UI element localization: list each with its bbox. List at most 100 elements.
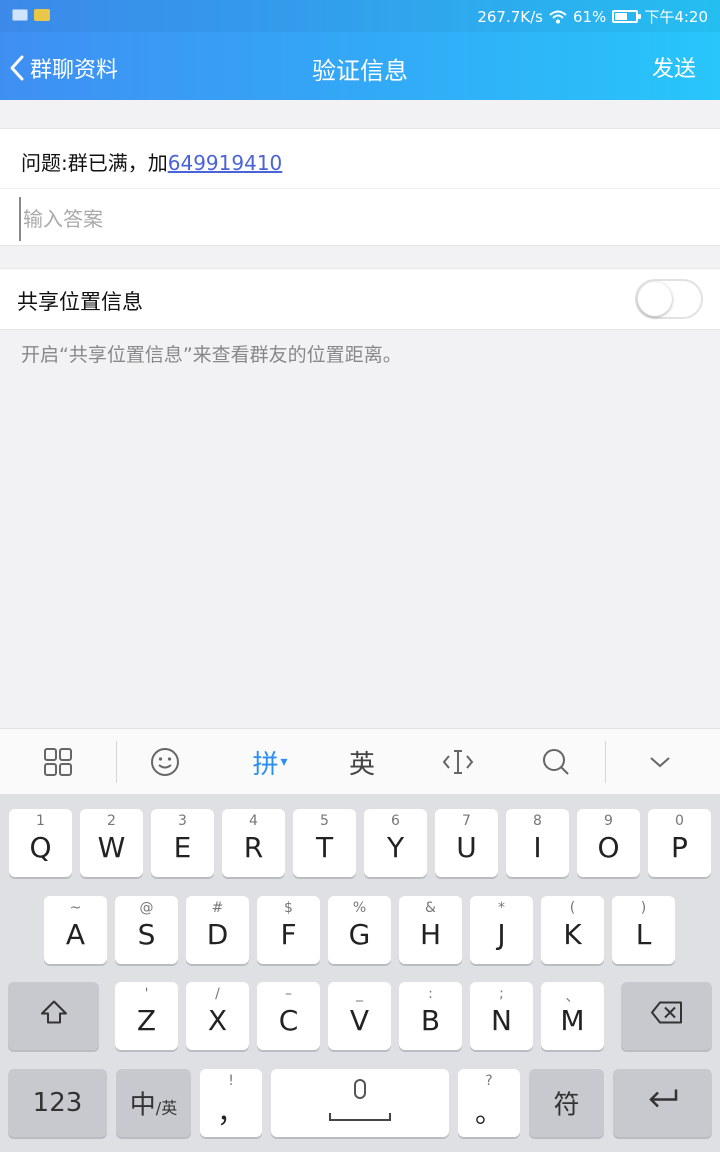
- lang-main: 中: [129, 1090, 156, 1121]
- key-sub-label: 1: [36, 813, 45, 829]
- nav-bar: 群聊资料 验证信息 发送: [0, 32, 720, 100]
- backspace-key[interactable]: [621, 982, 712, 1050]
- key-main-label: S: [137, 918, 156, 951]
- key-v[interactable]: _ V: [328, 982, 391, 1050]
- key-f[interactable]: $ F: [257, 896, 320, 964]
- key-main-label: Q: [29, 831, 52, 864]
- location-share-row: 共享位置信息: [0, 268, 720, 330]
- key-sub-label: 2: [107, 813, 116, 829]
- numbers-key[interactable]: 123: [8, 1069, 107, 1137]
- key-main-label: W: [97, 831, 126, 864]
- key-p[interactable]: 0P: [648, 809, 711, 877]
- key-m[interactable]: 、 M: [541, 982, 604, 1050]
- key-sub-label: 、: [565, 989, 580, 1005]
- period-key[interactable]: ? 。: [458, 1069, 520, 1137]
- key-r[interactable]: 4R: [222, 809, 285, 877]
- key-sub-label: ): [640, 900, 647, 916]
- key-main-label: O: [597, 831, 620, 864]
- location-share-label: 共享位置信息: [17, 290, 143, 314]
- key-sub-label: _: [356, 986, 363, 1002]
- key-main-label: R: [243, 831, 264, 864]
- wifi-icon: [549, 10, 567, 24]
- key-main-label: A: [65, 918, 86, 951]
- search-icon[interactable]: [516, 729, 596, 795]
- key-sub-label: $: [284, 900, 293, 916]
- key-sub-label: –: [285, 986, 292, 1002]
- answer-input[interactable]: [19, 197, 699, 241]
- key-sub-label: 0: [675, 813, 684, 829]
- space-key[interactable]: [271, 1069, 449, 1137]
- key-q[interactable]: 1Q: [9, 809, 72, 877]
- key-main-label: D: [206, 918, 229, 951]
- key-sub-label: 3: [178, 813, 187, 829]
- key-z[interactable]: ' Z: [115, 982, 178, 1050]
- key-sub-label: (: [569, 900, 576, 916]
- key-o[interactable]: 9O: [577, 809, 640, 877]
- key-main-label: E: [173, 831, 192, 864]
- lang-sub: /英: [155, 1098, 178, 1118]
- key-g[interactable]: % G: [328, 896, 391, 964]
- enter-key[interactable]: [613, 1069, 712, 1137]
- key-e[interactable]: 3E: [151, 809, 214, 877]
- shift-key[interactable]: [8, 982, 99, 1050]
- key-b[interactable]: :B: [399, 982, 462, 1050]
- question-prefix: 问题:群已满，加: [21, 151, 168, 175]
- key-sub-label: ~: [69, 900, 82, 916]
- key-sub-label: @: [139, 900, 154, 916]
- key-l[interactable]: ) L: [612, 896, 675, 964]
- symbols-key-label: 符: [553, 1090, 580, 1121]
- location-share-hint: 开启“共享位置信息”来查看群友的位置距离。: [21, 344, 402, 366]
- enter-icon: [613, 1087, 712, 1120]
- grid-icon[interactable]: [18, 729, 98, 795]
- key-t[interactable]: 5T: [293, 809, 356, 877]
- key-main-label: Z: [136, 1004, 157, 1037]
- key-s[interactable]: @ S: [115, 896, 178, 964]
- send-button[interactable]: 发送: [652, 51, 696, 83]
- key-sub-label: 9: [604, 813, 613, 829]
- key-y[interactable]: 6Y: [364, 809, 427, 877]
- app-header: 267.7K/s 61% 下午4:20 群聊资料 验证信息 发送: [0, 0, 720, 100]
- key-k[interactable]: (K: [541, 896, 604, 964]
- page-title: 验证信息: [312, 57, 408, 85]
- symbols-key[interactable]: 符: [529, 1069, 604, 1137]
- backspace-icon: [621, 1001, 712, 1032]
- key-i[interactable]: 8I: [506, 809, 569, 877]
- cursor-icon[interactable]: [418, 729, 498, 795]
- notification-badge-icon: [34, 9, 50, 21]
- period-main: 。: [474, 1096, 503, 1129]
- key-x[interactable]: / X: [186, 982, 249, 1050]
- divider: [0, 188, 720, 189]
- key-a[interactable]: ~ A: [44, 896, 107, 964]
- key-sub-label: 5: [320, 813, 329, 829]
- key-main-label: H: [419, 918, 442, 951]
- language-switch-key[interactable]: 中/英: [116, 1069, 191, 1137]
- key-j[interactable]: * J: [470, 896, 533, 964]
- key-u[interactable]: 7U: [435, 809, 498, 877]
- comma-key[interactable]: ! ，: [200, 1069, 262, 1137]
- numbers-key-label: 123: [32, 1088, 83, 1118]
- status-right: 267.7K/s 61% 下午4:20: [477, 6, 708, 27]
- key-w[interactable]: 2W: [80, 809, 143, 877]
- key-sub-label: :: [428, 986, 433, 1002]
- key-main-label: M: [560, 1004, 585, 1037]
- key-d[interactable]: # D: [186, 896, 249, 964]
- emoji-icon[interactable]: [125, 729, 205, 795]
- key-n[interactable]: ; N: [470, 982, 533, 1050]
- battery-fill: [615, 13, 628, 20]
- caret-down-icon: ▾: [280, 754, 288, 770]
- group-number-link[interactable]: 649919410: [168, 151, 283, 175]
- battery-percent: 61%: [572, 7, 607, 26]
- key-sub-label: ': [144, 986, 149, 1002]
- language-key-label: 中/英: [116, 1085, 191, 1122]
- key-main-label: J: [497, 918, 506, 951]
- english-mode-button[interactable]: 英: [322, 729, 402, 795]
- key-h[interactable]: & H: [399, 896, 462, 964]
- pinyin-mode-button[interactable]: 拼 ▾: [230, 729, 310, 795]
- collapse-icon[interactable]: [620, 729, 700, 795]
- key-sub-label: ;: [499, 986, 504, 1002]
- key-main-label: V: [349, 1004, 370, 1037]
- location-share-toggle[interactable]: [635, 279, 703, 319]
- key-sub-label: *: [498, 900, 505, 916]
- key-c[interactable]: – C: [257, 982, 320, 1050]
- key-main-label: B: [420, 1004, 441, 1037]
